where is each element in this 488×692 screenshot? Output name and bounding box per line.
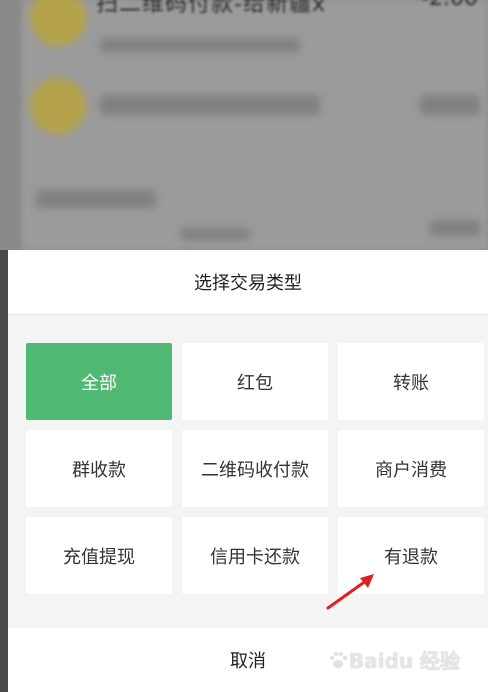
option-merchant-purchase[interactable]: 商户消费 bbox=[338, 430, 484, 507]
background-blurred-text bbox=[420, 95, 480, 115]
option-qr-payment[interactable]: 二维码收付款 bbox=[182, 430, 328, 507]
background-blurred-text bbox=[430, 220, 480, 236]
background-blurred-text bbox=[180, 228, 250, 240]
annotation-arrow-icon bbox=[326, 574, 374, 610]
option-group-collection[interactable]: 群收款 bbox=[26, 430, 172, 507]
option-red-packet[interactable]: 红包 bbox=[182, 343, 328, 420]
background-blurred-text bbox=[36, 190, 156, 208]
background-item-amount: -2.00 bbox=[421, 0, 478, 11]
background-blurred-text bbox=[100, 38, 300, 52]
option-transfer[interactable]: 转账 bbox=[338, 343, 484, 420]
baidu-watermark: Baidu 经验 bbox=[327, 645, 460, 674]
transaction-type-grid: 全部 红包 转账 群收款 二维码收付款 商户消费 充值提现 信用卡还款 有退款 bbox=[26, 343, 486, 594]
transaction-type-sheet: 选择交易类型 全部 红包 转账 群收款 二维码收付款 商户消费 充值提现 信用卡… bbox=[8, 250, 488, 692]
option-credit-card-repayment[interactable]: 信用卡还款 bbox=[182, 517, 328, 594]
watermark-text: Baidu 经验 bbox=[348, 649, 460, 673]
sheet-header: 选择交易类型 bbox=[8, 250, 488, 315]
cancel-label: 取消 bbox=[230, 651, 266, 672]
sheet-title: 选择交易类型 bbox=[194, 273, 302, 294]
avatar bbox=[30, 78, 86, 134]
option-topup-withdraw[interactable]: 充值提现 bbox=[26, 517, 172, 594]
option-all[interactable]: 全部 bbox=[26, 343, 172, 420]
background-blurred-text bbox=[100, 95, 320, 115]
background-transaction-list: 扫二维码付款-给新疆x -2.00 bbox=[0, 0, 488, 250]
paw-logo-icon bbox=[329, 651, 348, 668]
background-item-title: 扫二维码付款-给新疆x bbox=[96, 0, 326, 17]
